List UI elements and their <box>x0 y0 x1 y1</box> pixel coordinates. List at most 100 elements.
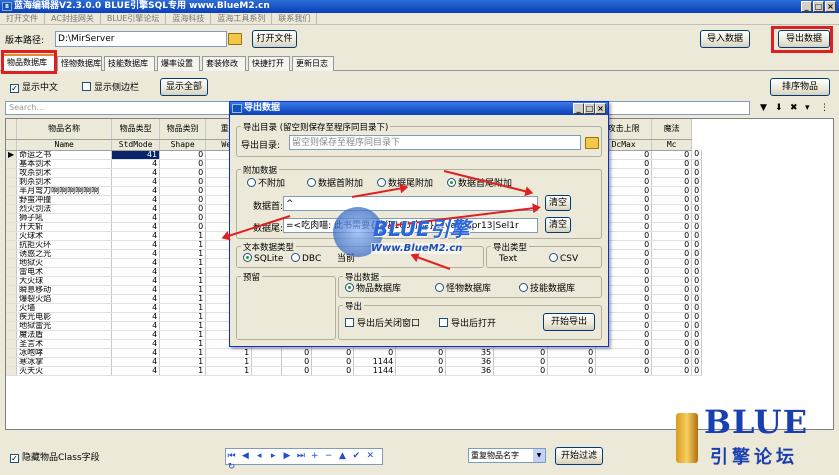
tab-1[interactable]: 怪物数据库 <box>57 56 102 71</box>
item-name-cell[interactable]: 地狱火 <box>16 258 113 268</box>
show-chinese-checkbox[interactable]: ✓ 显示中文 <box>10 82 58 94</box>
table-cell[interactable]: 0 <box>651 348 693 358</box>
table-cell[interactable]: 4 <box>111 348 161 358</box>
data-head-input[interactable]: ^ <box>283 196 538 211</box>
table-cell[interactable]: 0 <box>493 357 549 367</box>
row-indicator[interactable] <box>6 258 18 268</box>
close-after-checkbox[interactable]: 导出后关闭窗口 <box>345 318 420 330</box>
dialog-minimize-button[interactable]: _ <box>573 103 584 114</box>
table-cell[interactable]: 4 <box>111 195 161 205</box>
table-cell[interactable] <box>251 366 283 376</box>
tab-3[interactable]: 爆率设置 <box>157 56 200 71</box>
row-indicator[interactable] <box>6 168 18 178</box>
table-cell[interactable]: 1 <box>159 357 207 367</box>
row-indicator[interactable] <box>6 294 18 304</box>
refresh-icon[interactable]: ↻ <box>226 462 237 473</box>
tab-4[interactable]: 套装修改 <box>202 56 246 71</box>
show-all-button[interactable]: 显示全部 <box>160 78 208 96</box>
row-indicator[interactable] <box>6 204 18 214</box>
table-cell[interactable]: 0 <box>651 366 693 376</box>
table-cell[interactable]: 1 <box>159 366 207 376</box>
table-cell[interactable]: 0 <box>651 312 693 322</box>
item-name-cell[interactable]: 烈火剑法 <box>16 204 113 214</box>
table-cell[interactable]: 0 <box>651 159 693 169</box>
item-name-cell[interactable]: 火球术 <box>16 231 113 241</box>
table-cell[interactable]: 0 <box>595 366 653 376</box>
table-cell[interactable]: 1 <box>159 240 207 250</box>
folder-icon[interactable] <box>585 137 599 149</box>
table-cell[interactable]: 0 <box>281 366 313 376</box>
table-cell[interactable]: 4 <box>111 285 161 295</box>
table-cell[interactable]: 1 <box>159 276 207 286</box>
table-cell[interactable]: 4 <box>111 357 161 367</box>
table-cell[interactable]: 0 <box>651 213 693 223</box>
table-cell[interactable]: 4 <box>111 240 161 250</box>
close-button[interactable]: × <box>825 1 836 12</box>
table-cell[interactable]: 0 <box>547 366 597 376</box>
row-indicator[interactable] <box>6 348 18 358</box>
prev-page-icon[interactable]: ◀ <box>240 451 251 462</box>
row-indicator[interactable] <box>6 303 18 313</box>
row-indicator[interactable]: ▶ <box>6 150 18 160</box>
prev-record-icon[interactable]: ◂ <box>254 451 265 462</box>
table-cell[interactable]: 1 <box>159 285 207 295</box>
data-tail-input[interactable]: =<吃肉喵: 此书需要{等级100才能}Level>Spr13|Sel1r <box>283 218 538 233</box>
table-cell[interactable]: 1 <box>205 366 253 376</box>
dialog-close-button[interactable]: × <box>595 103 606 114</box>
menu-item[interactable]: AC封挂网关 <box>45 13 101 25</box>
table-cell[interactable]: 36 <box>445 357 495 367</box>
table-cell[interactable]: 0 <box>311 348 355 358</box>
table-cell[interactable]: 4 <box>111 294 161 304</box>
table-cell[interactable]: 0 <box>691 321 703 331</box>
skill-db-radio[interactable]: 技能数据库 <box>519 283 575 295</box>
open-file-button[interactable]: 打开文件 <box>252 30 297 48</box>
table-cell[interactable]: 0 <box>595 348 653 358</box>
table-cell[interactable]: 0 <box>691 168 703 178</box>
table-cell[interactable]: 1144 <box>353 366 397 376</box>
dialog-maximize-button[interactable]: □ <box>584 103 595 114</box>
item-name-cell[interactable]: 灭天火 <box>16 366 113 376</box>
table-cell[interactable]: 0 <box>651 249 693 259</box>
table-cell[interactable]: 0 <box>159 195 207 205</box>
column-header[interactable]: 物品类别 <box>159 119 207 140</box>
table-cell[interactable]: 0 <box>651 267 693 277</box>
table-cell[interactable]: 0 <box>691 195 703 205</box>
table-row[interactable]: 寒冰掌 4 1 1 0 0 1144 0 36 0 0 0 0 0 <box>6 357 703 367</box>
table-cell[interactable]: 0 <box>691 267 703 277</box>
table-cell[interactable]: 4 <box>111 312 161 322</box>
table-cell[interactable]: 0 <box>691 150 703 160</box>
table-cell[interactable]: 1 <box>205 357 253 367</box>
table-cell[interactable]: 0 <box>691 240 703 250</box>
table-cell[interactable]: 0 <box>395 357 447 367</box>
table-cell[interactable]: 0 <box>353 348 397 358</box>
sort-items-button[interactable]: 排序物品 <box>770 78 830 96</box>
first-record-icon[interactable]: ⏮ <box>226 451 237 462</box>
table-cell[interactable]: 0 <box>651 240 693 250</box>
table-cell[interactable]: 4 <box>111 159 161 169</box>
attach-option-radio[interactable]: 数据首附加 <box>307 178 363 190</box>
item-name-cell[interactable]: 爆裂火焰 <box>16 294 113 304</box>
table-cell[interactable]: 0 <box>159 150 207 160</box>
item-name-cell[interactable]: 狮子吼 <box>16 213 113 223</box>
column-header[interactable]: 物品类型 <box>111 119 161 140</box>
table-cell[interactable]: 0 <box>651 303 693 313</box>
column-header[interactable]: 魔法 <box>651 119 693 140</box>
table-cell[interactable]: 0 <box>159 159 207 169</box>
open-after-checkbox[interactable]: 导出后打开 <box>439 318 496 330</box>
table-cell[interactable]: 4 <box>111 258 161 268</box>
table-cell[interactable]: 1 <box>159 294 207 304</box>
item-name-cell[interactable]: 攻杀剑术 <box>16 168 113 178</box>
table-cell[interactable]: 4 <box>111 366 161 376</box>
start-filter-button[interactable]: 开始过滤 <box>555 447 603 465</box>
table-cell[interactable]: 0 <box>691 204 703 214</box>
row-indicator[interactable] <box>6 285 18 295</box>
table-cell[interactable]: 0 <box>651 222 693 232</box>
table-cell[interactable]: 0 <box>691 312 703 322</box>
row-indicator[interactable] <box>6 240 18 250</box>
row-indicator[interactable] <box>6 339 18 349</box>
options-icon[interactable]: ▾ <box>805 103 810 113</box>
table-cell[interactable]: 0 <box>159 186 207 196</box>
table-cell[interactable]: 4 <box>111 303 161 313</box>
table-cell[interactable]: 1144 <box>353 357 397 367</box>
row-indicator[interactable] <box>6 186 18 196</box>
